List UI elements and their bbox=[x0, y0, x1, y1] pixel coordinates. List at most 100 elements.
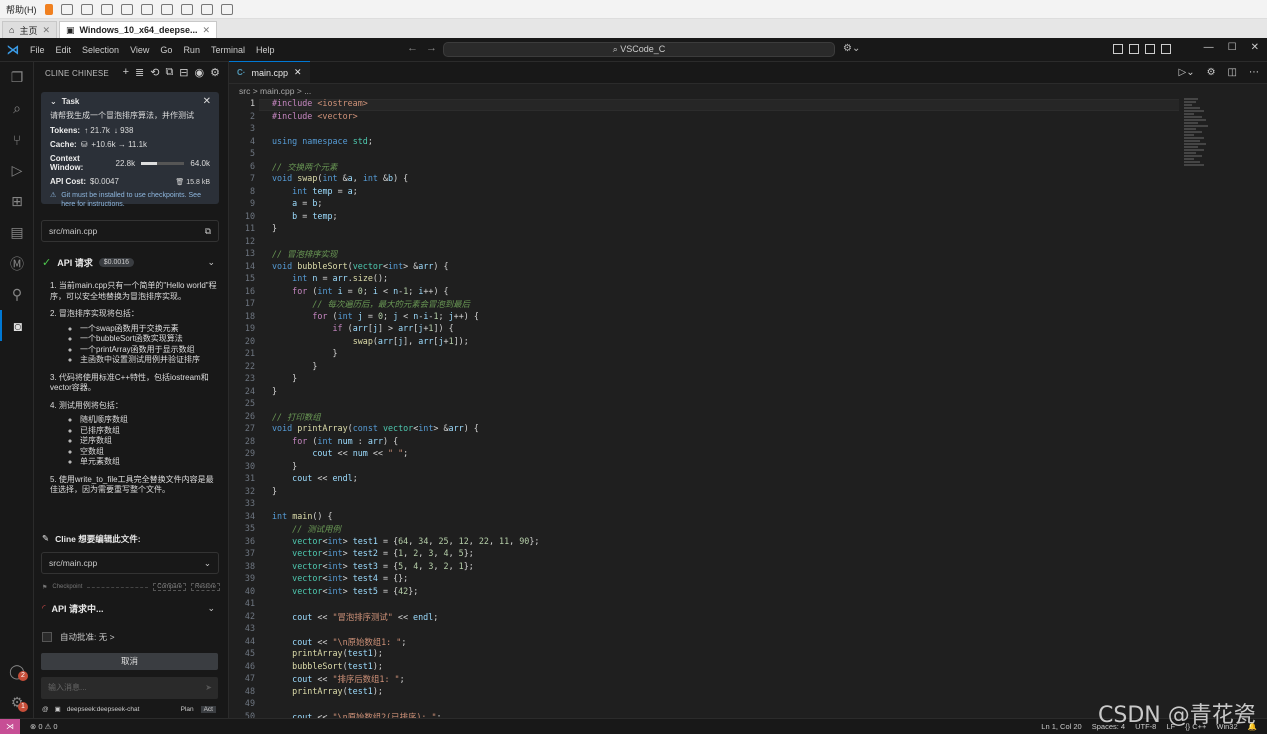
menu-go[interactable]: Go bbox=[160, 45, 172, 55]
tab-main-cpp[interactable]: C· main.cpp ✕ bbox=[229, 61, 310, 83]
chat-input[interactable]: 输入消息... ➤ bbox=[41, 677, 218, 699]
api-request-row[interactable]: ✓ API 请求 $0.0016 ⌄ bbox=[42, 256, 220, 269]
minimize-icon[interactable]: — bbox=[1204, 42, 1214, 53]
close-icon[interactable]: ✕ bbox=[203, 96, 211, 107]
model-selector[interactable]: deepseek:deepseek-chat bbox=[67, 706, 140, 713]
cursor-position[interactable]: Ln 1, Col 20 bbox=[1041, 722, 1081, 731]
toggle-panel-icon[interactable] bbox=[1145, 44, 1155, 54]
m-extension-icon[interactable]: Ⓜ bbox=[0, 248, 34, 279]
code-view[interactable]: 1 2 3 4 5 6 7 8 9 10 11 12 13 14 15 16 17 18 19 20 21 22 23 24 2… bbox=[229, 98, 1189, 722]
search-icon[interactable]: ⌕ bbox=[0, 93, 34, 124]
chevron-down-icon[interactable]: ⌄ bbox=[207, 603, 215, 614]
revert-icon[interactable] bbox=[100, 3, 113, 15]
code-line: vector<int> test4 = {}; bbox=[292, 573, 409, 583]
view-icon[interactable] bbox=[140, 3, 153, 15]
auto-approve-checkbox[interactable] bbox=[42, 632, 52, 642]
gear-icon[interactable]: ⚙ bbox=[210, 66, 220, 79]
close-icon[interactable]: ✕ bbox=[42, 25, 50, 36]
nav-arrows[interactable]: ←→ bbox=[407, 42, 445, 54]
compare-button[interactable]: Compare bbox=[153, 583, 186, 591]
new-task-icon[interactable]: + bbox=[123, 66, 129, 79]
vm-tab-home[interactable]: ⌂ 主页 ✕ bbox=[2, 21, 57, 38]
source-control-icon[interactable]: ⑂ bbox=[0, 124, 34, 155]
fullscreen-icon[interactable] bbox=[160, 3, 173, 15]
remote-explorer-icon[interactable]: ▤ bbox=[0, 217, 34, 248]
account-icon[interactable]: ◯ 2 bbox=[0, 656, 34, 687]
code-line: cout << endl; bbox=[292, 473, 358, 483]
task-description: 请帮我生成一个冒泡排序算法，并作测试 bbox=[50, 111, 194, 120]
split-editor-icon[interactable]: ◫ bbox=[1228, 67, 1237, 78]
line-number: 14 bbox=[244, 260, 255, 271]
breadcrumb[interactable]: src > main.cpp > ... bbox=[229, 84, 1267, 98]
toggle-secondary-sidebar-icon[interactable] bbox=[1161, 44, 1171, 54]
account-icon[interactable]: ◉ bbox=[195, 66, 205, 79]
explorer-icon[interactable]: ❐ bbox=[0, 62, 34, 93]
history-icon[interactable]: ⟲ bbox=[150, 66, 159, 79]
menu-run[interactable]: Run bbox=[183, 45, 200, 55]
chevron-down-icon[interactable]: ⌄ bbox=[204, 553, 211, 573]
send-icon[interactable]: ➤ bbox=[205, 677, 212, 699]
restore-button[interactable]: Restore bbox=[190, 583, 220, 591]
chevron-down-icon[interactable]: ⌄ bbox=[50, 97, 57, 106]
popout-icon[interactable]: ⧉ bbox=[165, 66, 173, 79]
close-icon[interactable]: ✕ bbox=[294, 67, 302, 78]
edit-file-box[interactable]: src/main.cpp ⌄ bbox=[41, 552, 219, 574]
api-cost-value: $0.0047 bbox=[90, 177, 119, 186]
pause-icon[interactable] bbox=[44, 3, 53, 15]
menu-selection[interactable]: Selection bbox=[82, 45, 119, 55]
copilot-icon[interactable]: ⚙⌄ bbox=[843, 43, 860, 54]
snapshot-icon[interactable] bbox=[80, 3, 93, 15]
cancel-button[interactable]: 取消 bbox=[41, 653, 218, 670]
act-toggle[interactable]: Act bbox=[200, 705, 216, 713]
api-loading-row[interactable]: ◜ API 请求中... ⌄ bbox=[42, 602, 220, 615]
chevron-down-icon[interactable]: ⌄ bbox=[207, 257, 215, 268]
vm-toolbar: 帮助(H) bbox=[0, 0, 1267, 19]
line-number: 35 bbox=[244, 523, 255, 533]
command-center[interactable]: ⌕ VSCode_C bbox=[443, 42, 835, 57]
customize-layout-icon[interactable] bbox=[1113, 44, 1123, 54]
unity-icon[interactable] bbox=[180, 3, 193, 15]
code-line: using namespace std; bbox=[272, 135, 373, 146]
run-icon[interactable]: ▷⌄ bbox=[1179, 67, 1195, 78]
auto-approve-row[interactable]: 自动批准: 无 > bbox=[42, 631, 115, 643]
trash-icon[interactable]: 🗑 bbox=[175, 179, 186, 186]
file-path-box[interactable]: src/main.cpp ⧉ bbox=[41, 220, 219, 242]
manage-icon[interactable] bbox=[120, 3, 133, 15]
vm-tabbar: ⌂ 主页 ✕ ▣ Windows_10_x64_deepse... ✕ bbox=[0, 19, 1267, 38]
maximize-icon[interactable]: ☐ bbox=[1228, 42, 1237, 53]
problems-indicator[interactable]: ⊗ 0 ⚠ 0 bbox=[30, 722, 58, 731]
menu-help[interactable]: Help bbox=[256, 45, 275, 55]
context-used: 22.8k bbox=[115, 158, 136, 168]
close-icon[interactable]: ✕ bbox=[1251, 42, 1259, 53]
settings-gear-icon[interactable]: ⚙ 1 bbox=[0, 687, 34, 718]
help-menu[interactable]: 帮助(H) bbox=[6, 3, 37, 16]
pencil-icon: ✎ bbox=[42, 533, 50, 543]
graph-icon[interactable]: ⚲ bbox=[0, 279, 34, 310]
close-icon[interactable]: ✕ bbox=[203, 25, 211, 36]
plan-toggle[interactable]: Plan bbox=[178, 706, 197, 713]
checkpoint-warning[interactable]: Git must be installed to use checkpoints… bbox=[61, 191, 210, 209]
stretch-icon[interactable] bbox=[220, 3, 233, 15]
minimap[interactable] bbox=[1184, 98, 1214, 198]
vm-tab-windows[interactable]: ▣ Windows_10_x64_deepse... ✕ bbox=[59, 21, 218, 38]
at-icon[interactable]: @ bbox=[42, 706, 49, 713]
more-icon[interactable]: ⋯ bbox=[1249, 67, 1259, 78]
toggle-sidebar-icon[interactable] bbox=[1129, 44, 1139, 54]
remote-indicator-icon[interactable]: ⋊ bbox=[0, 718, 20, 734]
image-icon[interactable]: ▣ bbox=[55, 705, 61, 713]
menu-edit[interactable]: Edit bbox=[56, 45, 72, 55]
menu-view[interactable]: View bbox=[130, 45, 149, 55]
account-badge: 2 bbox=[18, 671, 28, 681]
send-keys-icon[interactable] bbox=[60, 3, 73, 15]
menu-file[interactable]: File bbox=[30, 45, 45, 55]
extensions-icon[interactable]: ⊞ bbox=[0, 186, 34, 217]
grid-icon[interactable]: ⊟ bbox=[179, 66, 188, 79]
run-debug-icon[interactable]: ▷ bbox=[0, 155, 34, 186]
open-external-icon[interactable]: ⧉ bbox=[205, 221, 211, 241]
cline-robot-icon[interactable]: ◙ bbox=[0, 310, 34, 341]
menu-terminal[interactable]: Terminal bbox=[211, 45, 245, 55]
mcp-icon[interactable]: ≣ bbox=[135, 66, 144, 79]
console-icon[interactable] bbox=[200, 3, 213, 15]
api-cost-badge: $0.0016 bbox=[98, 258, 135, 267]
gear-icon[interactable]: ⚙ bbox=[1207, 67, 1216, 78]
